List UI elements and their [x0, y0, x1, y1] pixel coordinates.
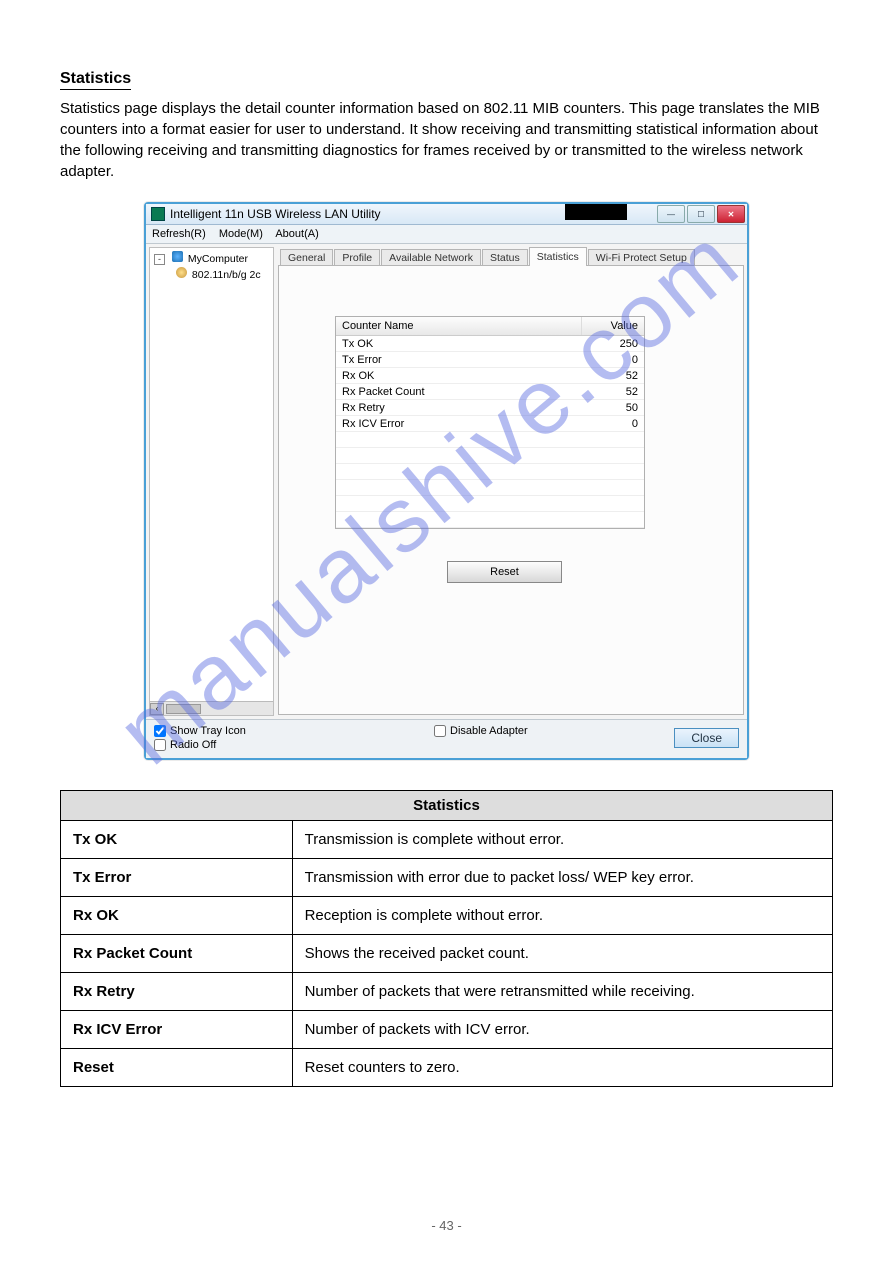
tree-child[interactable]: 802.11n/b/g 2c — [152, 266, 271, 282]
counter-name: Rx Packet Count — [336, 386, 582, 398]
reset-button[interactable]: Reset — [447, 561, 562, 583]
desc: Transmission with error due to packet lo… — [292, 859, 832, 897]
counter-value: 0 — [582, 354, 644, 366]
term: Tx OK — [61, 821, 293, 859]
menu-refresh[interactable]: Refresh(R) — [152, 228, 206, 240]
tree-child-label: 802.11n/b/g 2c — [192, 269, 261, 281]
desc: Reception is complete without error. — [292, 897, 832, 935]
counter-table: Counter Name Value Tx OK250 Tx Error0 Rx… — [335, 316, 645, 529]
titlebar: Intelligent 11n USB Wireless LAN Utility… — [146, 204, 747, 225]
counter-name: Rx OK — [336, 370, 582, 382]
term: Reset — [61, 1049, 293, 1087]
scroll-thumb[interactable] — [166, 704, 201, 714]
desc: Shows the received packet count. — [292, 935, 832, 973]
tree-scrollbar[interactable]: ‹ — [150, 701, 273, 715]
table-row — [336, 512, 644, 528]
desc: Number of packets that were retransmitte… — [292, 973, 832, 1011]
tree-root[interactable]: - MyComputer — [152, 250, 271, 266]
menu-about[interactable]: About(A) — [275, 228, 318, 240]
section-heading: Statistics — [60, 70, 131, 90]
title-redaction — [565, 204, 627, 220]
scroll-left-icon[interactable]: ‹ — [150, 703, 164, 715]
table-row — [336, 448, 644, 464]
explanation-header: Statistics — [61, 791, 833, 821]
counter-value: 52 — [582, 386, 644, 398]
close-window-button[interactable]: ✕ — [717, 205, 745, 223]
table-row — [336, 496, 644, 512]
term: Rx Packet Count — [61, 935, 293, 973]
counter-name: Tx Error — [336, 354, 582, 366]
statistics-panel: Counter Name Value Tx OK250 Tx Error0 Rx… — [278, 265, 744, 715]
table-row: Rx ICV ErrorNumber of packets with ICV e… — [61, 1011, 833, 1049]
counter-name: Rx ICV Error — [336, 418, 582, 430]
term: Rx OK — [61, 897, 293, 935]
table-row — [336, 464, 644, 480]
table-row — [336, 480, 644, 496]
device-tree[interactable]: - MyComputer 802.11n/b/g 2c ‹ — [149, 247, 274, 716]
minimize-button[interactable]: — — [657, 205, 685, 223]
menu-bar: Refresh(R) Mode(M) About(A) — [146, 225, 747, 244]
table-row[interactable]: Rx ICV Error0 — [336, 416, 644, 432]
app-window: Intelligent 11n USB Wireless LAN Utility… — [144, 202, 749, 760]
counter-name: Rx Retry — [336, 402, 582, 414]
desc: Transmission is complete without error. — [292, 821, 832, 859]
maximize-button[interactable]: ☐ — [687, 205, 715, 223]
table-row: Rx RetryNumber of packets that were retr… — [61, 973, 833, 1011]
counter-value: 50 — [582, 402, 644, 414]
counter-value: 52 — [582, 370, 644, 382]
tree-root-label: MyComputer — [188, 253, 248, 265]
tab-general[interactable]: General — [280, 249, 333, 266]
desc: Number of packets with ICV error. — [292, 1011, 832, 1049]
counter-header-value: Value — [582, 317, 644, 335]
close-button[interactable]: Close — [674, 728, 739, 748]
term: Rx Retry — [61, 973, 293, 1011]
table-row: Tx OKTransmission is complete without er… — [61, 821, 833, 859]
app-footer: Show Tray Icon Radio Off Disable Adapter… — [146, 719, 747, 758]
table-row[interactable]: Rx Packet Count52 — [336, 384, 644, 400]
tab-available-network[interactable]: Available Network — [381, 249, 481, 266]
radio-off-checkbox[interactable] — [154, 739, 166, 751]
show-tray-icon-label: Show Tray Icon — [170, 725, 246, 737]
counter-header-name: Counter Name — [336, 317, 582, 335]
counter-name: Tx OK — [336, 338, 582, 350]
radio-off-label: Radio Off — [170, 739, 216, 751]
menu-mode[interactable]: Mode(M) — [219, 228, 263, 240]
window-title: Intelligent 11n USB Wireless LAN Utility — [170, 207, 381, 221]
explanation-table: Statistics Tx OKTransmission is complete… — [60, 790, 833, 1087]
table-row: Rx OKReception is complete without error… — [61, 897, 833, 935]
table-row[interactable]: Tx OK250 — [336, 336, 644, 352]
disable-adapter-label: Disable Adapter — [450, 725, 528, 737]
page-number: - 43 - — [0, 1218, 893, 1233]
table-row[interactable]: Tx Error0 — [336, 352, 644, 368]
table-row[interactable]: Rx OK52 — [336, 368, 644, 384]
computer-icon — [172, 251, 183, 262]
term: Rx ICV Error — [61, 1011, 293, 1049]
desc: Reset counters to zero. — [292, 1049, 832, 1087]
wifi-icon — [176, 267, 187, 278]
collapse-icon[interactable]: - — [154, 254, 165, 265]
section-description: Statistics page displays the detail coun… — [60, 98, 833, 182]
tab-profile[interactable]: Profile — [334, 249, 380, 266]
table-row: ResetReset counters to zero. — [61, 1049, 833, 1087]
tab-statistics[interactable]: Statistics — [529, 247, 587, 266]
table-row: Tx ErrorTransmission with error due to p… — [61, 859, 833, 897]
table-row[interactable]: Rx Retry50 — [336, 400, 644, 416]
term: Tx Error — [61, 859, 293, 897]
table-row — [336, 432, 644, 448]
app-icon — [151, 207, 165, 221]
counter-value: 0 — [582, 418, 644, 430]
tab-wifi-protect-setup[interactable]: Wi-Fi Protect Setup — [588, 249, 695, 266]
table-row: Rx Packet CountShows the received packet… — [61, 935, 833, 973]
show-tray-icon-checkbox[interactable] — [154, 725, 166, 737]
disable-adapter-checkbox[interactable] — [434, 725, 446, 737]
tab-status[interactable]: Status — [482, 249, 528, 266]
counter-value: 250 — [582, 338, 644, 350]
